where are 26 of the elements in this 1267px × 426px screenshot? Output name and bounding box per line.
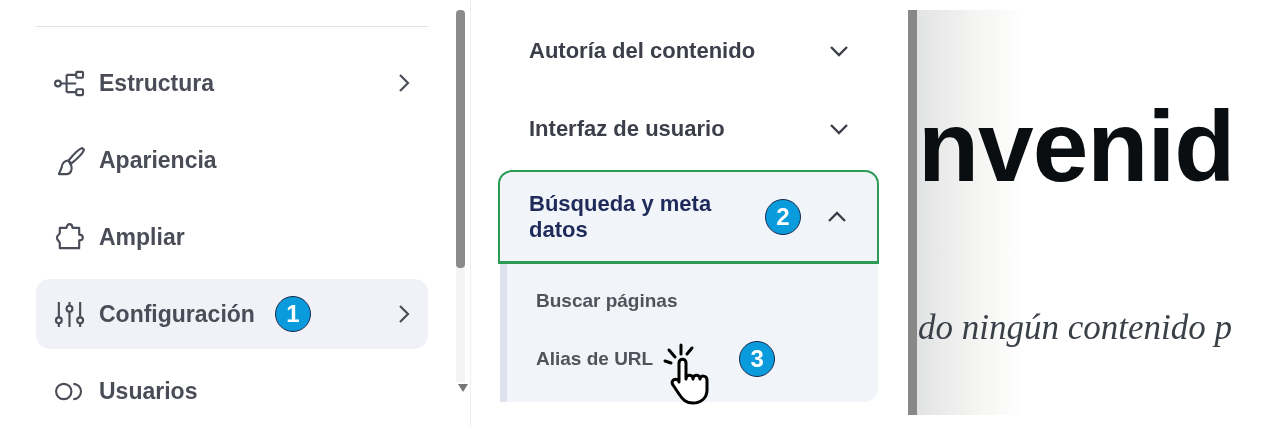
- sidebar-item[interactable]: Estructura: [36, 48, 428, 118]
- sidebar-item[interactable]: Ampliar: [36, 202, 428, 272]
- step-badge: 3: [739, 341, 776, 377]
- sidebar-item[interactable]: Configuración 1: [36, 279, 428, 349]
- submenu-item[interactable]: Autoría del contenido: [498, 12, 879, 90]
- body-text: do ningún contenido p: [918, 308, 1233, 348]
- chevron-up-icon: [827, 210, 847, 223]
- chevron-down-icon: [829, 45, 849, 57]
- submenu-link[interactable]: Buscar páginas: [536, 290, 678, 312]
- chevron-down-icon: [829, 123, 849, 135]
- item-label: Configuración: [99, 300, 255, 328]
- scrollbar[interactable]: [456, 10, 465, 382]
- sidebar-item[interactable]: Usuarios: [36, 356, 428, 426]
- submenu-item[interactable]: Búsqueda y meta datos 2: [498, 170, 879, 264]
- item-label: Usuarios: [99, 377, 198, 405]
- structure-icon: [54, 69, 85, 97]
- submenu-item[interactable]: Interfaz de usuario: [498, 90, 879, 168]
- step-badge: 1: [274, 296, 311, 332]
- item-label: Apariencia: [99, 146, 217, 174]
- step-badge: 2: [765, 198, 801, 235]
- item-label: Estructura: [99, 69, 215, 97]
- page-heading: nvenid: [918, 89, 1236, 204]
- sidebar-item[interactable]: Apariencia: [36, 125, 428, 195]
- submenu-link[interactable]: Alias de URL: [536, 348, 654, 370]
- item-label: Ampliar: [99, 223, 185, 251]
- scroll-down-icon[interactable]: [458, 384, 468, 392]
